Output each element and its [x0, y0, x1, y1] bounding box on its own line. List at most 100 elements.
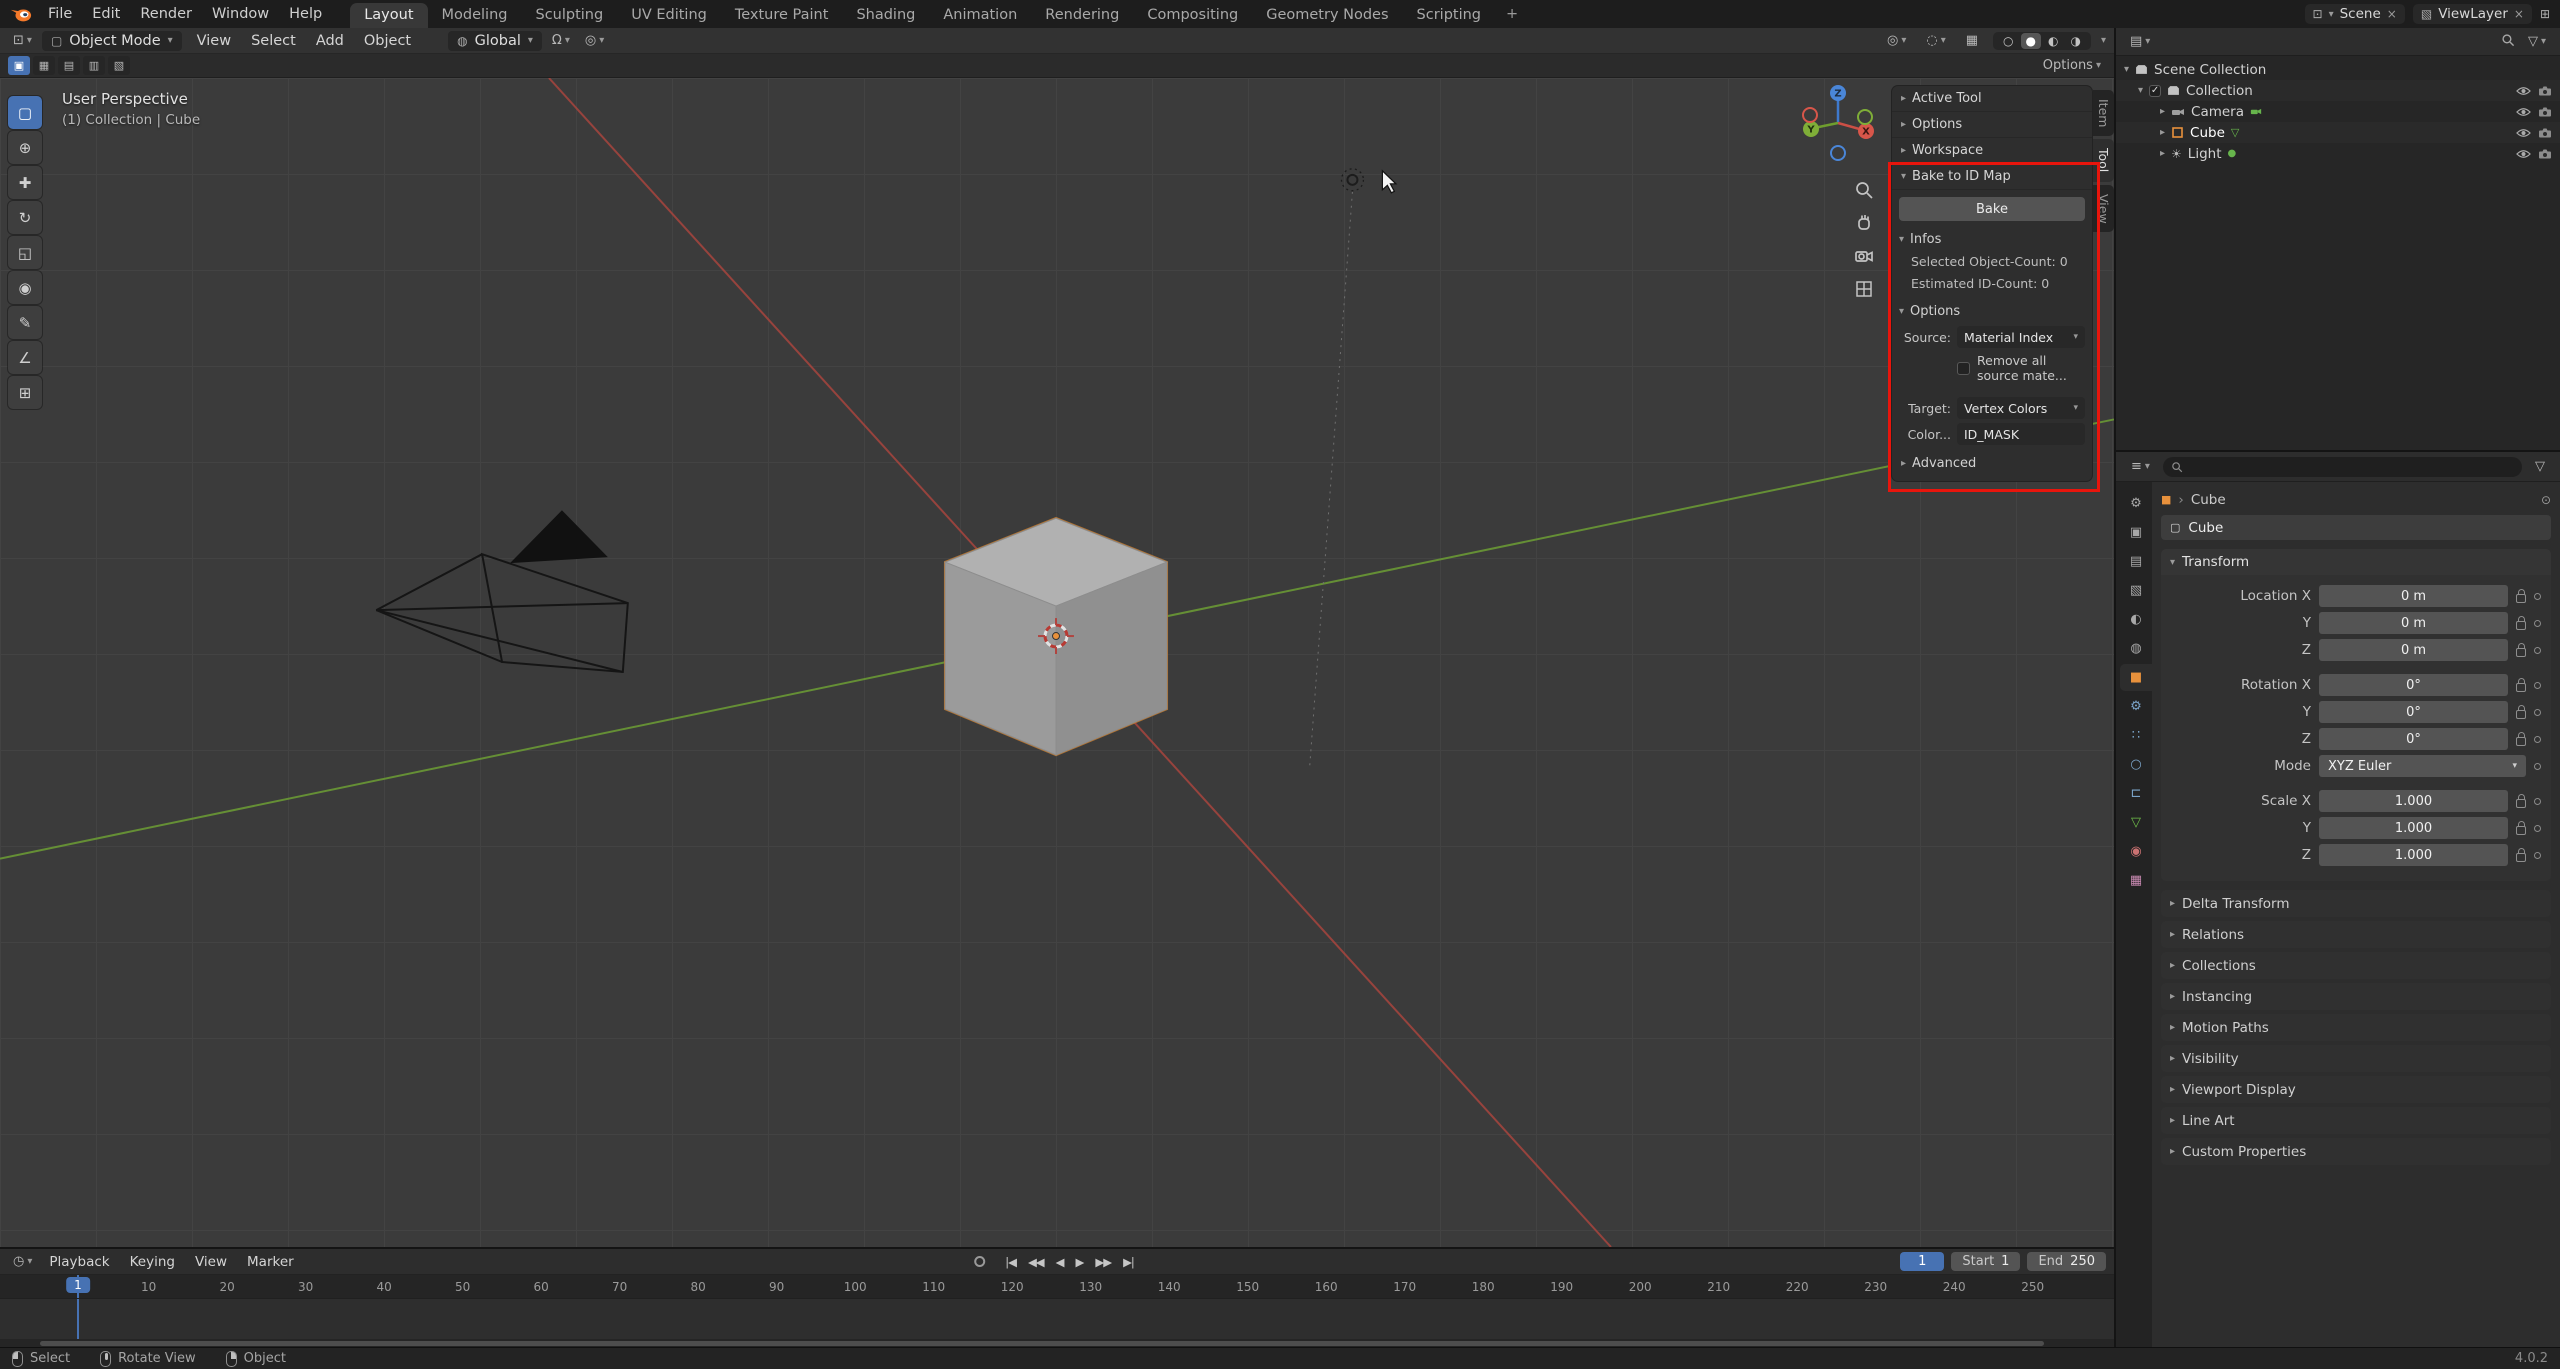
scene-selector[interactable]: ⊡ ▾ Scene × [2304, 4, 2405, 24]
viewport-menu-item[interactable]: Object [354, 31, 421, 51]
end-frame-field[interactable]: End 250 [2027, 1252, 2106, 1271]
n-panel-tab-view[interactable]: View [2093, 184, 2114, 233]
n-panel-tab-item[interactable]: Item [2093, 90, 2114, 137]
scene-clear-button[interactable]: × [2387, 7, 2397, 21]
disclosure-triangle-icon[interactable]: ▸ [2160, 148, 2165, 159]
hide-eye-icon[interactable] [2516, 86, 2531, 96]
rotation-y-field[interactable]: 0° [2319, 701, 2508, 723]
tab-layout[interactable]: Layout [350, 3, 428, 28]
ortho-toggle-icon[interactable] [1852, 277, 1876, 301]
select-mode-intersect[interactable]: ▧ [108, 56, 130, 75]
shading-rendered-button[interactable]: ◑ [2065, 33, 2085, 49]
disable-render-camera-icon[interactable] [2538, 106, 2552, 117]
properties-panel-header[interactable]: Visibility [2161, 1045, 2551, 1072]
n-panel-section-header[interactable]: Options [1892, 112, 2092, 138]
disable-render-camera-icon[interactable] [2538, 127, 2552, 138]
tab-compositing[interactable]: Compositing [1133, 3, 1252, 28]
tab-uv-editing[interactable]: UV Editing [617, 3, 721, 28]
start-frame-field[interactable]: Start 1 [1951, 1252, 2021, 1271]
viewport-options-dropdown[interactable]: Options ▾ [2038, 58, 2106, 73]
properties-tab-view-layer[interactable]: ▧ [2120, 577, 2152, 604]
viewport-3d[interactable]: User Perspective (1) Collection | Cube ▢… [0, 78, 2114, 1247]
play-reverse-button[interactable]: ◀ [1050, 1254, 1070, 1270]
lock-icon[interactable] [2516, 793, 2526, 808]
select-mode-invert[interactable]: ▥ [83, 56, 105, 75]
properties-tab-scene[interactable]: ◐ [2120, 606, 2152, 633]
lock-icon[interactable] [2516, 731, 2526, 746]
properties-tab-texture[interactable]: ▦ [2120, 867, 2152, 894]
properties-search-input[interactable] [2162, 456, 2522, 477]
animate-dot-icon[interactable] [2534, 762, 2541, 770]
pin-icon[interactable]: ⊙ [2541, 493, 2551, 507]
scale-y-field[interactable]: 1.000 [2319, 817, 2508, 839]
lock-icon[interactable] [2516, 588, 2526, 603]
outliner-editor-type-icon[interactable]: ▤ ▾ [2125, 34, 2155, 49]
viewport-menu-item[interactable]: Select [241, 31, 306, 51]
tab-animation[interactable]: Animation [929, 3, 1031, 28]
object-name-field[interactable]: ▢ Cube [2161, 515, 2551, 540]
tab-rendering[interactable]: Rendering [1031, 3, 1133, 28]
timeline-ruler[interactable]: 1 10 20 30 40 50 60 70 80 90 100 110 120 130 140 150 16… [0, 1275, 2114, 1299]
disclosure-triangle-icon[interactable]: ▾ [2124, 64, 2129, 75]
pan-hand-icon[interactable] [1852, 211, 1876, 235]
lock-icon[interactable] [2516, 847, 2526, 862]
orientation-dropdown[interactable]: ◍ Global ▾ [448, 30, 542, 51]
timeline-track-area[interactable] [0, 1299, 2114, 1339]
outliner-row-light[interactable]: ▸ ☀ Light ● [2116, 143, 2560, 164]
select-mode-subtract[interactable]: ▤ [58, 56, 80, 75]
tool-measure[interactable]: ∠ [8, 341, 42, 374]
lock-icon[interactable] [2516, 704, 2526, 719]
bake-button[interactable]: Bake [1899, 197, 2085, 221]
animate-dot-icon[interactable] [2534, 619, 2541, 627]
remove-source-materials-checkbox[interactable] [1957, 361, 1970, 375]
jump-to-end-button[interactable]: ▶| [1117, 1254, 1140, 1270]
playhead-current-frame[interactable]: 1 [66, 1277, 90, 1293]
tool-transform[interactable]: ◉ [8, 271, 42, 304]
viewlayer-selector[interactable]: ▧ ViewLayer × [2412, 4, 2532, 24]
outliner-row-cube[interactable]: ▸ Cube ▽ [2116, 122, 2560, 143]
topbar-menu-item[interactable]: Window [202, 4, 279, 24]
animate-dot-icon[interactable] [2534, 851, 2541, 859]
properties-tab-world[interactable]: ◍ [2120, 635, 2152, 662]
bake-panel-header[interactable]: Bake to ID Map [1892, 164, 2092, 190]
infos-subpanel-header[interactable]: Infos [1899, 228, 2085, 250]
n-panel-section-header[interactable]: Workspace [1892, 138, 2092, 164]
viewlayer-clear-button[interactable]: × [2514, 7, 2524, 21]
disable-render-camera-icon[interactable] [2538, 148, 2552, 159]
rotation-mode-dropdown[interactable]: XYZ Euler ▾ [2319, 755, 2526, 777]
play-button[interactable]: ▶ [1070, 1254, 1090, 1270]
properties-panel-header[interactable]: Line Art [2161, 1107, 2551, 1134]
lock-icon[interactable] [2516, 677, 2526, 692]
scale-z-field[interactable]: 1.000 [2319, 844, 2508, 866]
lock-icon[interactable] [2516, 820, 2526, 835]
current-frame-field[interactable]: 1 [1900, 1252, 1945, 1271]
scrollbar-thumb[interactable] [40, 1340, 2044, 1346]
tool-scale[interactable]: ◱ [8, 236, 42, 269]
properties-tab-modifiers[interactable]: ⚙ [2120, 693, 2152, 720]
disclosure-triangle-icon[interactable]: ▾ [2138, 85, 2143, 96]
outliner-row-collection[interactable]: ▾ ✓ Collection [2116, 80, 2560, 101]
animate-dot-icon[interactable] [2534, 735, 2541, 743]
snap-magnet-toggle[interactable]: Ω ▾ [547, 33, 575, 48]
disclosure-triangle-icon[interactable]: ▸ [2160, 106, 2165, 117]
outliner-search-icon[interactable] [2501, 33, 2515, 51]
properties-filter-icon[interactable]: ▽ [2530, 459, 2550, 474]
properties-tab-tool[interactable]: ⚙ [2120, 490, 2152, 517]
advanced-section-header[interactable]: Advanced [1899, 451, 2085, 475]
tab-modeling[interactable]: Modeling [428, 3, 522, 28]
auto-keying-toggle[interactable] [974, 1256, 986, 1267]
animate-dot-icon[interactable] [2534, 797, 2541, 805]
location-y-field[interactable]: 0 m [2319, 612, 2508, 634]
timeline-scrollbar[interactable] [0, 1339, 2114, 1347]
tool-add-cube[interactable]: ⊞ [8, 376, 42, 409]
location-x-field[interactable]: 0 m [2319, 585, 2508, 607]
properties-tab-material[interactable]: ◉ [2120, 838, 2152, 865]
tool-rotate[interactable]: ↻ [8, 201, 42, 234]
shading-material-button[interactable]: ◐ [2043, 33, 2063, 49]
properties-panel-header[interactable]: Collections [2161, 952, 2551, 979]
outliner-row-scene-collection[interactable]: ▾ Scene Collection [2116, 59, 2560, 80]
new-viewlayer-button[interactable]: ⊞ [2540, 7, 2550, 21]
tab-scripting[interactable]: Scripting [1403, 3, 1495, 28]
editor-type-icon[interactable]: ⊡ ▾ [8, 33, 37, 48]
disclosure-triangle-icon[interactable]: ▸ [2160, 127, 2165, 138]
